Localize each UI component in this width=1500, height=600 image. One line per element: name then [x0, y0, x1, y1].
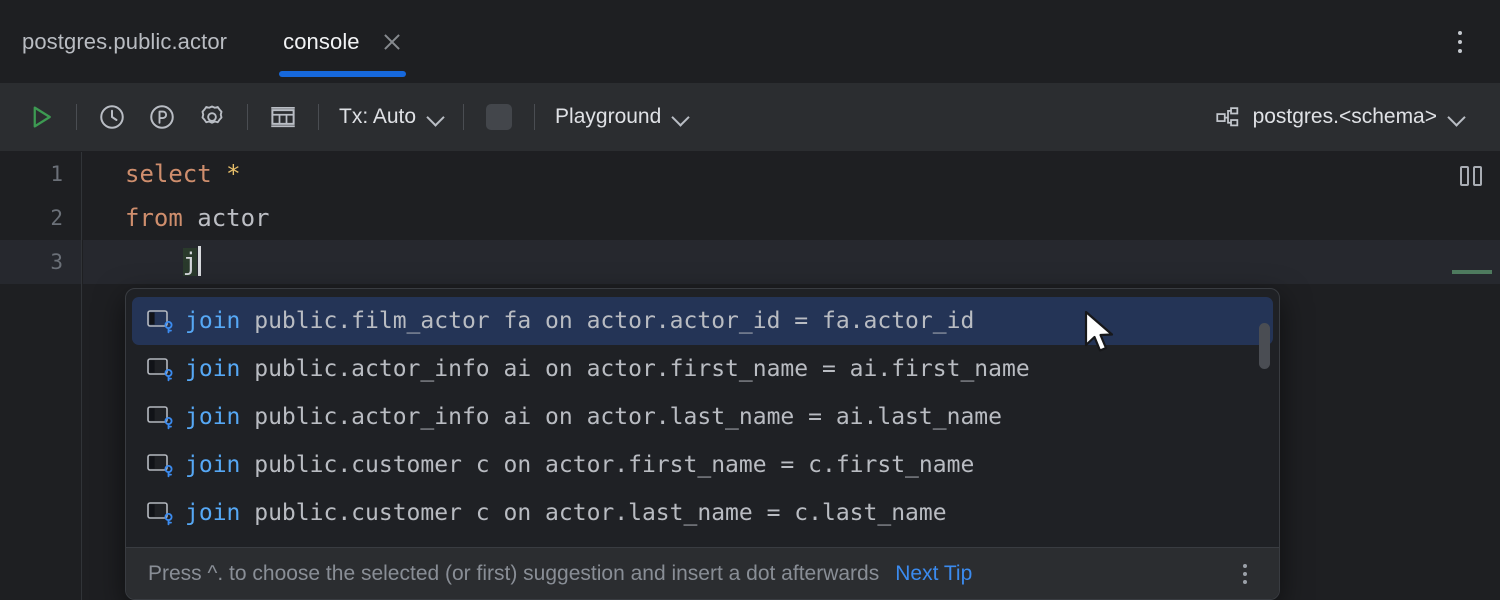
autocomplete-item[interactable]: join public.film_actor fa on actor.actor…	[132, 297, 1273, 345]
autocomplete-item-text: join public.actor_info ai on actor.last_…	[185, 404, 1002, 430]
autocomplete-hint-bar: Press ^. to choose the selected (or firs…	[126, 547, 1279, 599]
stop-square-icon	[486, 104, 513, 130]
settings-button[interactable]	[190, 95, 234, 139]
sql-console-window: postgres.public.actor console Tx: Auto P…	[0, 0, 1500, 600]
toolbar-divider	[76, 104, 77, 130]
kebab-vertical-icon[interactable]	[1446, 28, 1474, 56]
join-keyword: join	[185, 308, 241, 334]
join-keyword: join	[185, 452, 241, 478]
sql-keyword: from	[125, 204, 183, 232]
toolbar-divider	[463, 104, 465, 130]
parameters-button[interactable]	[140, 95, 184, 139]
autocomplete-item[interactable]: join public.actor_info ai on actor.last_…	[132, 393, 1273, 441]
table-grid-icon	[271, 106, 295, 128]
datasource-dropdown[interactable]: postgres.<schema>	[1204, 95, 1474, 139]
split-pane-left	[1460, 166, 1469, 186]
autocomplete-item-text: join public.customer c on actor.first_na…	[185, 452, 974, 478]
join-table-key-icon	[146, 308, 176, 334]
sql-star: *	[226, 160, 241, 188]
transaction-mode-label: Tx: Auto	[339, 105, 417, 128]
tab-label: postgres.public.actor	[22, 28, 228, 54]
toolbar-divider	[534, 104, 536, 130]
run-button[interactable]	[19, 95, 63, 139]
toolbar-left-group: Tx: Auto Playground	[0, 83, 698, 151]
dot	[1458, 31, 1462, 35]
chevron-down-icon	[427, 109, 443, 125]
close-icon[interactable]	[382, 32, 402, 52]
kebab-vertical-icon[interactable]	[1233, 561, 1257, 587]
sql-keyword: select	[125, 160, 212, 188]
tab-postgres-public-actor[interactable]: postgres.public.actor	[0, 0, 257, 83]
datasource-label: postgres.<schema>	[1252, 105, 1437, 128]
autocomplete-item[interactable]: join public.customer c on actor.last_nam…	[132, 489, 1273, 537]
play-run-icon	[33, 106, 51, 128]
autocomplete-item-text: join public.customer c on actor.last_nam…	[185, 500, 947, 526]
toolbar-divider	[318, 104, 319, 130]
line-number: 3	[0, 240, 81, 284]
join-clause: public.customer c on actor.last_name = c…	[240, 500, 947, 526]
active-tab-indicator	[279, 71, 406, 77]
autocomplete-item[interactable]: join public.customer c on actor.first_na…	[132, 441, 1273, 489]
typed-prefix: j	[182, 248, 198, 276]
join-table-key-icon	[146, 404, 176, 430]
schema-switcher-label: Playground	[555, 105, 662, 128]
join-clause: public.film_actor fa on actor.actor_id =…	[240, 308, 975, 334]
history-button[interactable]	[90, 95, 134, 139]
split-pane-right	[1473, 166, 1482, 186]
autocomplete-item[interactable]: join public.actor_info ai on actor.first…	[132, 345, 1273, 393]
dot	[1243, 571, 1247, 576]
chevron-down-icon	[1448, 109, 1464, 125]
autocomplete-popup[interactable]: join public.film_actor fa on actor.actor…	[125, 288, 1280, 600]
scrollbar-thumb[interactable]	[1259, 323, 1270, 369]
autocomplete-item-text: join public.film_actor fa on actor.actor…	[185, 308, 974, 334]
dot	[1458, 40, 1462, 44]
join-table-key-icon	[146, 356, 176, 382]
join-keyword: join	[185, 500, 241, 526]
database-schema-icon	[1215, 107, 1238, 127]
join-clause: public.customer c on actor.first_name = …	[240, 452, 975, 478]
console-toolbar: Tx: Auto Playground postgres.<schema>	[0, 83, 1500, 152]
schema-switcher-dropdown[interactable]: Playground	[545, 95, 698, 139]
tab-label: console	[283, 28, 360, 54]
stop-button[interactable]	[477, 95, 521, 139]
hint-text: Press ^. to choose the selected (or firs…	[148, 561, 880, 585]
code-line-2[interactable]: from actor	[83, 196, 1500, 240]
join-clause: public.actor_info ai on actor.first_name…	[240, 356, 1030, 382]
split-editor-icon[interactable]	[1460, 166, 1482, 186]
code-line-3[interactable]: j	[83, 240, 1500, 284]
join-keyword: join	[185, 356, 241, 382]
join-clause: public.actor_info ai on actor.last_name …	[240, 404, 1002, 430]
dot	[1458, 49, 1462, 53]
line-number: 2	[50, 206, 63, 230]
autocomplete-list[interactable]: join public.film_actor fa on actor.actor…	[126, 289, 1279, 549]
gear-icon	[201, 105, 223, 124]
join-keyword: join	[185, 404, 241, 430]
chevron-down-icon	[672, 109, 688, 125]
dot	[1243, 563, 1247, 568]
code-analysis-marker	[1452, 270, 1492, 274]
toolbar-right-group: postgres.<schema>	[1204, 83, 1500, 151]
join-table-key-icon	[146, 452, 176, 478]
clock-history-icon	[100, 105, 124, 129]
next-tip-link[interactable]: Next Tip	[895, 562, 972, 586]
editor-tab-bar: postgres.public.actor console	[0, 0, 1500, 83]
transaction-mode-dropdown[interactable]: Tx: Auto	[329, 95, 453, 139]
autocomplete-item-text: join public.actor_info ai on actor.first…	[185, 356, 1030, 382]
line-number-gutter: 1 2 3	[0, 152, 82, 600]
table-view-button[interactable]	[261, 95, 305, 139]
toolbar-divider	[247, 104, 248, 130]
line-number: 1	[50, 162, 63, 186]
dot	[1243, 579, 1247, 584]
join-table-key-icon	[146, 500, 176, 526]
code-line-1[interactable]: select *	[83, 152, 1500, 196]
code-text: actor	[182, 204, 270, 232]
text-caret	[198, 246, 202, 276]
circled-p-icon	[150, 105, 174, 129]
vertical-scrollbar[interactable]	[1259, 297, 1273, 549]
tab-console[interactable]: console	[257, 0, 428, 83]
